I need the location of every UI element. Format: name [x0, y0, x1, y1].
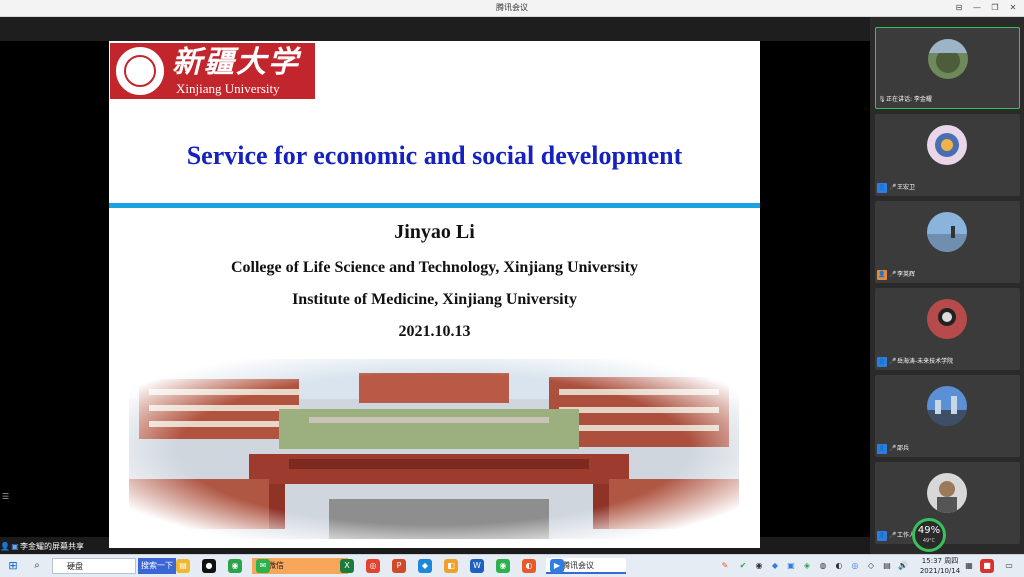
participant-label: 👤 🎤李英辉: [877, 269, 915, 281]
app-icon[interactable]: ◆: [418, 559, 432, 573]
participant-tile-speaking[interactable]: 🎙正在讲话: 李金耀: [875, 27, 1020, 109]
participant-label: 👤 🎤王宏卫: [877, 182, 915, 194]
avatar: [927, 386, 967, 426]
university-seal-icon: [116, 47, 164, 95]
minimize-button[interactable]: —: [968, 0, 986, 16]
user-badge-icon: 👤: [877, 183, 887, 193]
clock-date: 2021/10/14: [919, 567, 961, 575]
app-icon[interactable]: ◧: [444, 559, 458, 573]
participant-label: 👤 🎤邵兵: [877, 443, 909, 455]
volume-icon[interactable]: 🔊: [896, 559, 910, 573]
window-titlebar: 腾讯会议 ⊟ — ❐ ✕: [0, 0, 1024, 17]
slide-affiliation-institute: Institute of Medicine, Xinjiang Universi…: [292, 291, 577, 308]
tray-app-icon[interactable]: ◇: [864, 559, 878, 573]
avatar: [927, 473, 967, 513]
user-badge-icon: 👤: [877, 444, 887, 454]
taskbar-wechat-label: 微信: [268, 561, 284, 570]
window-title: 腾讯会议: [496, 3, 528, 12]
shared-screen-stage: 新疆大学 Xinjiang University Service for eco…: [0, 17, 870, 548]
university-logo: 新疆大学 Xinjiang University: [110, 43, 315, 99]
slide-title: Service for economic and social developm…: [186, 141, 683, 170]
logo-chinese-name: 新疆大学: [172, 45, 300, 80]
mic-icon: 🎤: [889, 358, 897, 365]
close-button[interactable]: ✕: [1004, 0, 1022, 16]
tray-app-icon[interactable]: ▤: [880, 559, 894, 573]
tray-app-icon[interactable]: ◈: [800, 559, 814, 573]
powerpoint-icon[interactable]: P: [392, 559, 406, 573]
network-monitor-widget[interactable]: 49% 49°C: [912, 518, 946, 552]
mic-icon: 🎤: [889, 445, 897, 452]
screen-share-icon: ▣: [11, 542, 19, 551]
tray-app-icon[interactable]: ◐: [832, 559, 846, 573]
file-explorer-icon[interactable]: ▤: [176, 559, 190, 573]
participant-gallery: 🎙正在讲话: 李金耀 👤🎤王宏卫 👤🎤李英辉 👤🎤岳海涛-未来技术学院 �: [870, 17, 1024, 554]
user-badge-icon: 👤: [877, 270, 887, 280]
shared-screen-top-strip: [0, 17, 870, 41]
tray-app-icon[interactable]: ✎: [718, 559, 732, 573]
excel-icon[interactable]: X: [340, 559, 354, 573]
wechat-icon: ✉: [256, 559, 270, 573]
campus-photo: [129, 359, 739, 539]
avatar: [928, 39, 968, 79]
tray-app-icon[interactable]: ◆: [768, 559, 782, 573]
user-icon: 👤: [0, 542, 10, 551]
notification-icon[interactable]: ▭: [1002, 559, 1016, 573]
mic-icon: 🎤: [889, 532, 897, 539]
restore-button[interactable]: ❐: [986, 0, 1004, 16]
tray-app-icon[interactable]: ▦: [962, 559, 976, 573]
participant-label: 👤 🎤岳海涛-未来技术学院: [877, 356, 953, 368]
taskbar-search-label: 硬盘: [67, 562, 83, 571]
presentation-slide: 新疆大学 Xinjiang University Service for eco…: [109, 41, 760, 548]
avatar: [927, 125, 967, 165]
pin-icon[interactable]: ⊟: [950, 0, 968, 16]
participant-tile[interactable]: 👤 🎤王宏卫: [875, 114, 1020, 196]
search-icon[interactable]: ⌕: [30, 559, 44, 573]
tencent-meeting-icon: ▶: [550, 559, 564, 573]
screen-share-label: 李金耀的屏幕共享: [20, 542, 84, 551]
speaker-icon: 🎙: [878, 96, 886, 103]
chrome-icon[interactable]: ◎: [366, 559, 380, 573]
tray-app-icon[interactable]: ■: [980, 559, 994, 573]
tray-app-icon[interactable]: ◉: [752, 559, 766, 573]
clock-time: 15:37 周四: [921, 557, 959, 565]
network-percent: 49%: [917, 525, 941, 536]
baidu-search-button[interactable]: 搜索一下: [138, 558, 176, 574]
participant-tile[interactable]: 👤 🎤岳海涛-未来技术学院: [875, 288, 1020, 370]
user-badge-icon: 👤: [877, 531, 887, 541]
avatar: [927, 212, 967, 252]
tray-app-icon[interactable]: ◎: [848, 559, 862, 573]
taskbar-search-box[interactable]: 硬盘: [52, 558, 136, 574]
screen-share-status[interactable]: 👤▣李金耀的屏幕共享: [0, 540, 104, 554]
network-temp: 49°C: [922, 538, 936, 544]
slide-author: Jinyao Li: [394, 221, 475, 243]
participant-label: 🎙正在讲话: 李金耀: [878, 94, 932, 106]
word-icon[interactable]: W: [470, 559, 484, 573]
tray-app-icon[interactable]: ✔: [736, 559, 750, 573]
slide-divider: [109, 203, 760, 208]
mic-icon: 🎤: [889, 271, 897, 278]
participant-tile[interactable]: 👤 🎤李英辉: [875, 201, 1020, 283]
app-icon[interactable]: ◉: [496, 559, 510, 573]
tray-app-icon[interactable]: ◍: [816, 559, 830, 573]
browser-icon[interactable]: ◉: [228, 559, 242, 573]
windows-taskbar: ⊞ ⌕ 硬盘 搜索一下 ▤ ● ◉ 微信 ✉ X ◎ P ◆ ◧ W ◉ ◐ 腾…: [0, 554, 1024, 577]
slide-affiliation-college: College of Life Science and Technology, …: [230, 259, 639, 276]
qq-icon[interactable]: ●: [202, 559, 216, 573]
panel-handle-icon[interactable]: ☰: [2, 492, 14, 502]
mic-icon: 🎤: [889, 184, 897, 191]
logo-english-name: Xinjiang University: [176, 81, 280, 96]
tray-clock[interactable]: 15:37 周四 2021/10/14: [918, 556, 962, 576]
taskbar-meeting-label: 腾讯会议: [562, 561, 594, 570]
avatar: [927, 299, 967, 339]
participant-tile[interactable]: 👤 🎤工作人员: [875, 462, 1020, 544]
tray-app-icon[interactable]: ▣: [784, 559, 798, 573]
participant-tile[interactable]: 👤 🎤邵兵: [875, 375, 1020, 457]
windows-start-icon[interactable]: ⊞: [6, 559, 20, 573]
user-badge-icon: 👤: [877, 357, 887, 367]
firefox-icon[interactable]: ◐: [522, 559, 536, 573]
slide-date: 2021.10.13: [398, 323, 471, 340]
